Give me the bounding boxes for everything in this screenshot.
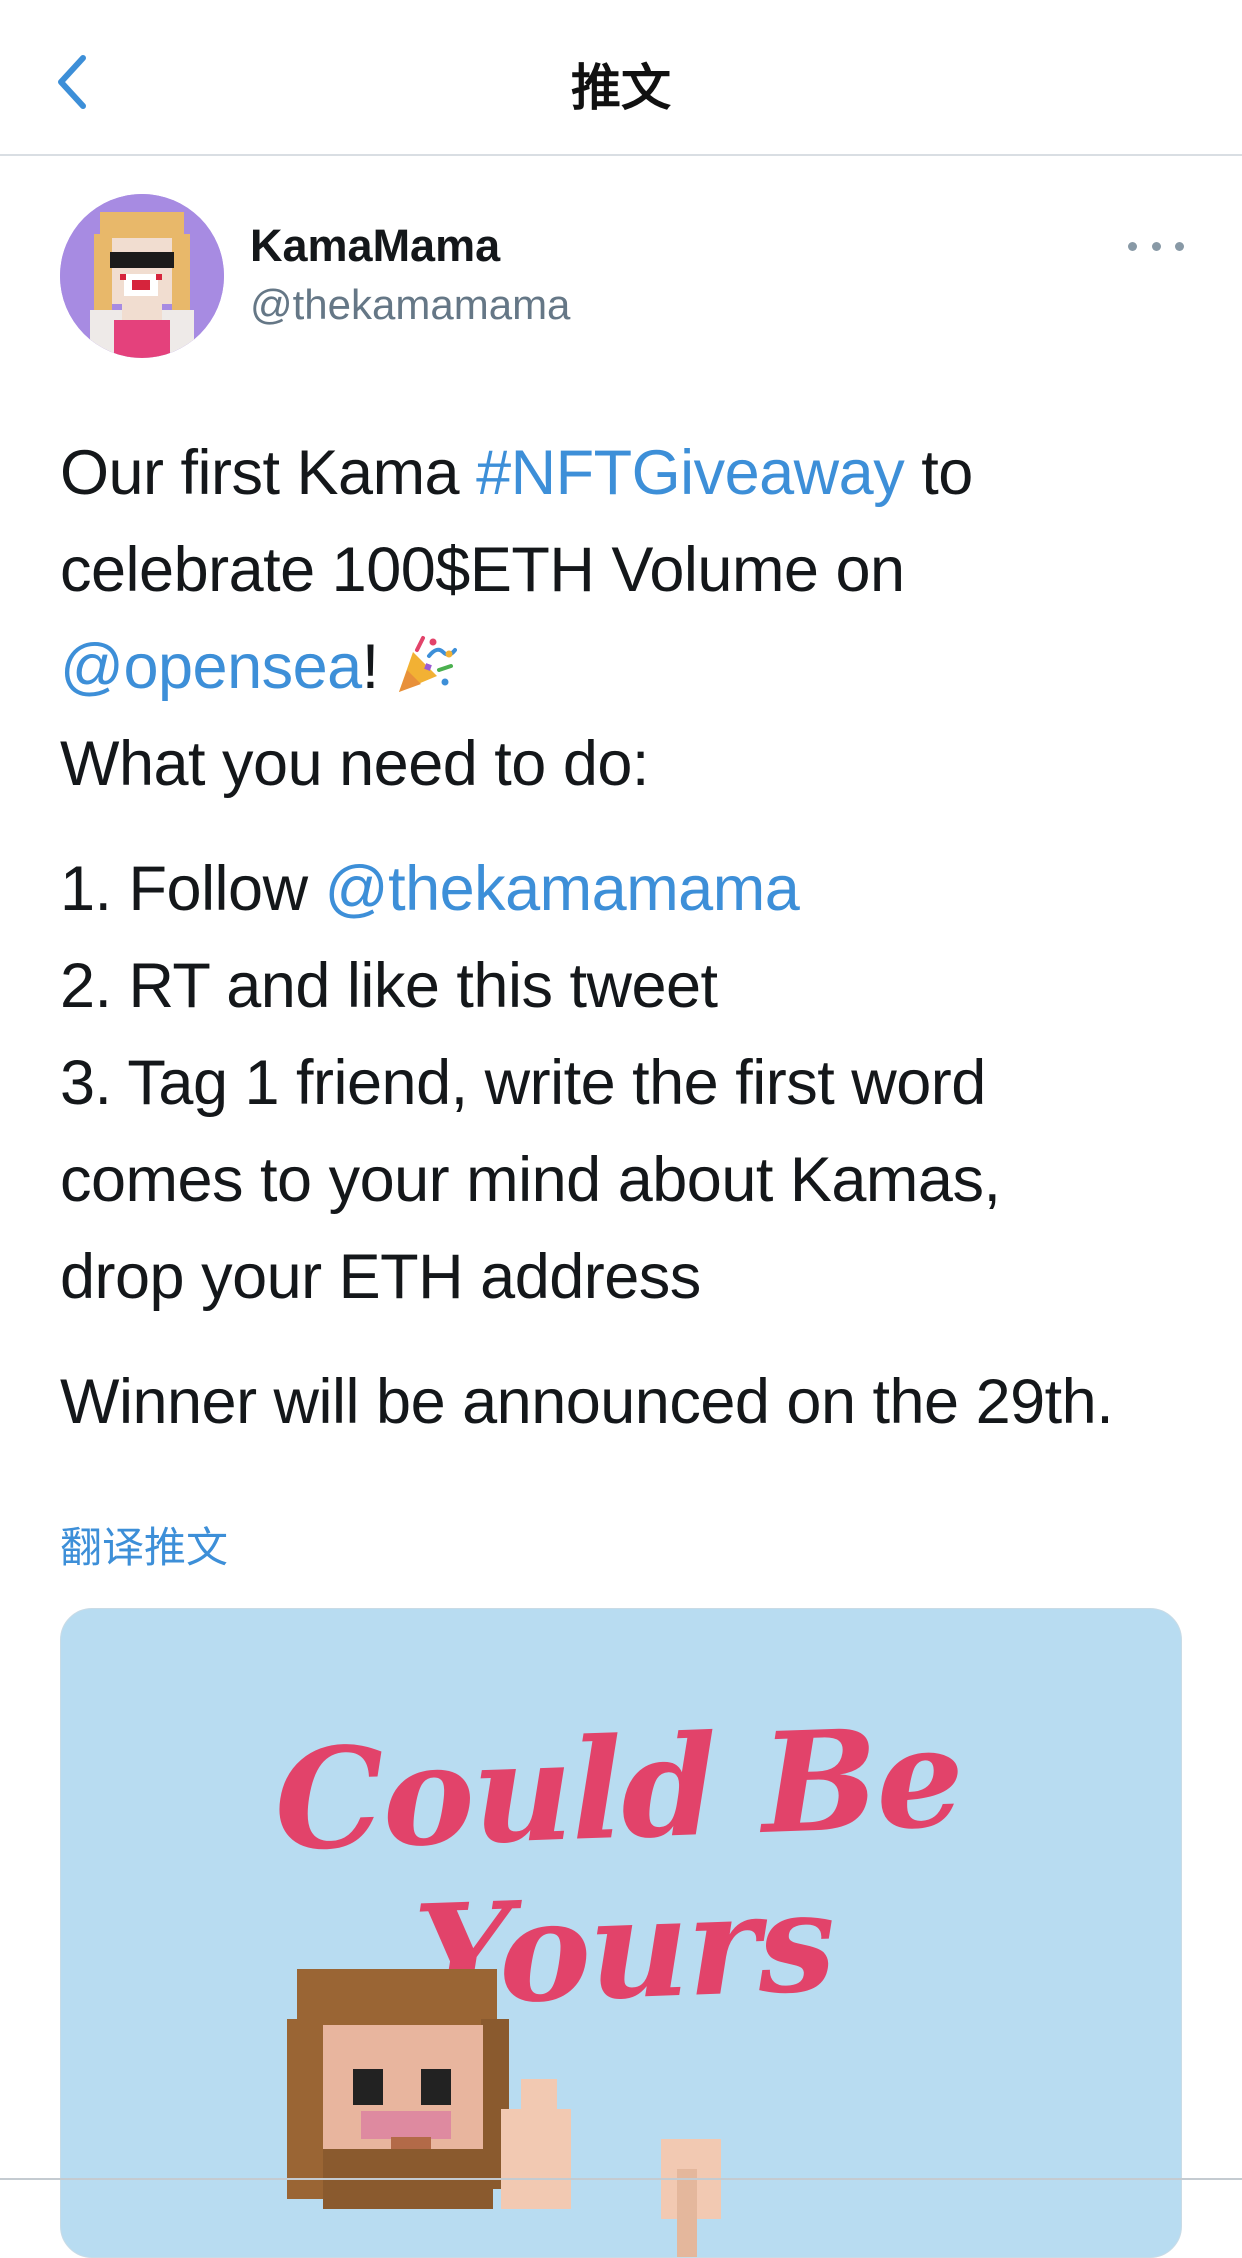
more-options-button[interactable] (1128, 226, 1184, 266)
author-handle[interactable]: @thekamamama (250, 278, 570, 332)
tweet-line: celebrate 100$ETH Volume on (60, 535, 905, 605)
tweet-line: Winner will be announced on the 29th. (60, 1367, 1114, 1437)
page-title: 推文 (571, 60, 671, 116)
more-horizontal-icon (1151, 241, 1161, 251)
tweet-media-image[interactable]: Could Be Yours (60, 1608, 1182, 2258)
tweet-line: 3. Tag 1 friend, write the first word (60, 1048, 986, 1118)
mention-link-opensea[interactable]: @opensea (60, 632, 362, 702)
tweet-text-span: 1. Follow (60, 854, 325, 924)
tweet-line: @opensea! (60, 619, 1200, 716)
tweet-text-span: ! (361, 632, 380, 702)
more-horizontal-icon (1128, 241, 1137, 251)
hashtag-link[interactable]: #NFTGiveaway (476, 438, 905, 508)
translate-tweet-link[interactable]: 翻译推文 (60, 1520, 228, 1576)
more-horizontal-icon (1175, 241, 1184, 251)
tweet-line: 2. RT and like this tweet (60, 951, 718, 1021)
tweet-text: Our first Kama #NFTGiveaway to celebrate… (60, 425, 1200, 1451)
tweet-line: 1. Follow @thekamamama (60, 841, 1200, 938)
party-popper-icon (393, 627, 457, 724)
author-name[interactable]: KamaMama (250, 218, 500, 274)
home-indicator-divider (0, 2178, 1242, 2180)
tweet-line: Our first Kama #NFTGiveaway to (60, 425, 1200, 522)
avatar-image (60, 194, 224, 358)
tweet-text-span: Our first Kama (60, 438, 477, 508)
mention-link-thekamamama[interactable]: @thekamamama (325, 854, 800, 924)
navigation-bar: 推文 (0, 0, 1242, 156)
voxel-character-illustration (287, 1969, 721, 2257)
tweet-line: What you need to do: (60, 729, 649, 799)
tweet-line: comes to your mind about Kamas, (60, 1145, 1001, 1215)
tweet-line: drop your ETH address (60, 1242, 701, 1312)
tweet-text-span: to (904, 438, 973, 508)
avatar[interactable] (60, 194, 224, 358)
